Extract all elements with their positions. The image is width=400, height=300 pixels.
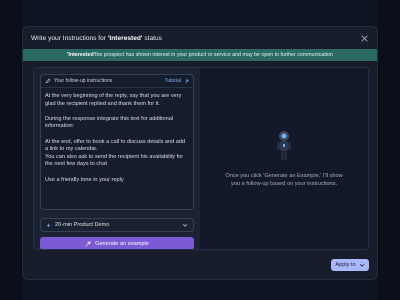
instructions-header: Your follow-up instructions Tutorial <box>41 75 193 88</box>
modal-header: Write your Instructions for 'Interested'… <box>23 27 377 49</box>
template-select-value: 20-min Product Demo <box>55 222 110 228</box>
external-link-icon <box>185 79 189 83</box>
instructions-pane: Your follow-up instructions Tutorial At … <box>34 68 200 249</box>
modal-title-status: 'Interested' <box>107 34 143 42</box>
tutorial-link[interactable]: Tutorial <box>165 78 190 84</box>
generate-example-button[interactable]: Generate an example <box>40 237 194 249</box>
sparkle-icon <box>46 222 51 228</box>
preview-hint: Once you click 'Generate an Example,' I'… <box>225 172 343 187</box>
instructions-modal: Write your Instructions for 'Interested'… <box>22 26 378 280</box>
chevron-down-icon <box>182 224 188 227</box>
robot-illustration <box>277 130 291 160</box>
banner-text: the prospect has shown interest in your … <box>94 52 333 58</box>
chevron-down-icon <box>359 264 364 267</box>
generate-example-label: Generate an example <box>95 240 149 247</box>
instruction-paragraph-4: Use a friendly tone in your reply <box>45 176 124 183</box>
instructions-box[interactable]: Your follow-up instructions Tutorial At … <box>40 74 194 210</box>
apply-to-button[interactable]: Apply to <box>331 259 369 271</box>
backdrop-right <box>378 0 400 300</box>
instructions-text[interactable]: At the very beginning of the reply, say … <box>41 88 193 197</box>
magic-wand-icon <box>85 240 92 247</box>
modal-title: Write your Instructions for 'Interested'… <box>31 35 162 42</box>
instruction-paragraph-2: During the response integrate this text … <box>45 115 174 130</box>
instruction-paragraph-1: At the very beginning of the reply, say … <box>45 93 182 107</box>
instruction-paragraph-3: At the end, offer to book a call to disc… <box>45 138 186 168</box>
content-area: Your follow-up instructions Tutorial At … <box>33 67 369 250</box>
tutorial-label: Tutorial <box>164 78 182 84</box>
template-select[interactable]: 20-min Product Demo <box>40 218 194 232</box>
preview-pane: Once you click 'Generate an Example,' I'… <box>200 68 368 249</box>
pen-icon <box>45 78 51 84</box>
apply-to-label: Apply to <box>335 262 356 268</box>
instructions-heading: Your follow-up instructions <box>54 78 113 84</box>
close-icon[interactable] <box>359 33 369 43</box>
status-banner: 'Interested' the prospect has shown inte… <box>23 49 377 61</box>
backdrop-left <box>0 0 22 300</box>
modal-title-prefix: Write your Instructions for <box>31 34 108 42</box>
banner-label: 'Interested' <box>67 52 95 58</box>
modal-title-suffix: status <box>142 34 162 42</box>
